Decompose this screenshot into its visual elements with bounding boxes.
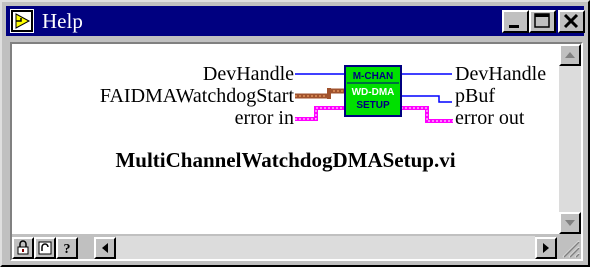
pbuf-out-wire <box>401 95 452 103</box>
scroll-right-button[interactable] <box>535 237 557 259</box>
horizontal-scroll-track[interactable] <box>116 236 535 259</box>
faidma-in-wire <box>295 88 345 99</box>
input-label-devhandle: DevHandle <box>202 63 294 85</box>
minimize-icon <box>509 25 519 28</box>
maximize-icon <box>534 13 550 28</box>
arrow-right-icon <box>543 243 549 253</box>
arrow-down-icon <box>565 220 575 226</box>
output-label-devhandle: DevHandle <box>455 63 547 85</box>
labview-app-icon <box>10 9 34 33</box>
lock-icon <box>17 240 29 255</box>
output-label-error-out: error out <box>455 107 525 129</box>
scroll-up-button[interactable] <box>559 44 581 66</box>
vi-node-line3: SETUP <box>356 100 390 111</box>
vi-node-icon: M-CHAN WD-DMA SETUP <box>344 65 402 117</box>
vertical-scrollbar[interactable] <box>559 44 581 234</box>
output-label-pbuf: pBuf <box>455 85 495 107</box>
help-content: M-CHAN WD-DMA SETUP DevHandle FAIDMAWatc… <box>12 44 559 234</box>
svg-text:?: ? <box>64 242 71 257</box>
help-question-button[interactable]: ? <box>56 237 78 259</box>
error-out-wire <box>401 106 453 123</box>
title-bar[interactable]: Help <box>6 6 585 36</box>
error-in-wire <box>295 106 345 121</box>
input-label-error-in: error in <box>234 107 294 129</box>
vi-name-title: MultiChannelWatchdogDMASetup.vi <box>115 148 456 172</box>
minimize-button[interactable] <box>502 10 529 33</box>
scroll-down-button[interactable] <box>559 212 581 234</box>
input-label-faidmawatchdogstart: FAIDMAWatchdogStart <box>99 85 294 107</box>
resize-grip-icon[interactable] <box>559 237 581 259</box>
vi-node-line2: WD-DMA <box>352 87 395 98</box>
help-window: Help M-CHAN WD-DMA SETUP DevHandle FAIDM… <box>0 0 590 267</box>
scroll-left-button[interactable] <box>94 237 116 259</box>
maximize-button[interactable] <box>529 10 556 33</box>
hide-optional-icon <box>38 241 52 255</box>
arrow-left-icon <box>102 243 108 253</box>
hide-optional-button[interactable] <box>34 237 56 259</box>
close-icon <box>563 13 579 29</box>
help-question-icon: ? <box>64 242 71 257</box>
lock-button[interactable] <box>12 237 34 259</box>
vi-node-line1: M-CHAN <box>353 71 394 82</box>
window-title: Help <box>42 9 83 33</box>
arrow-up-icon <box>565 52 575 58</box>
close-button[interactable] <box>558 10 585 33</box>
help-client-area: M-CHAN WD-DMA SETUP DevHandle FAIDMAWatc… <box>10 42 583 261</box>
